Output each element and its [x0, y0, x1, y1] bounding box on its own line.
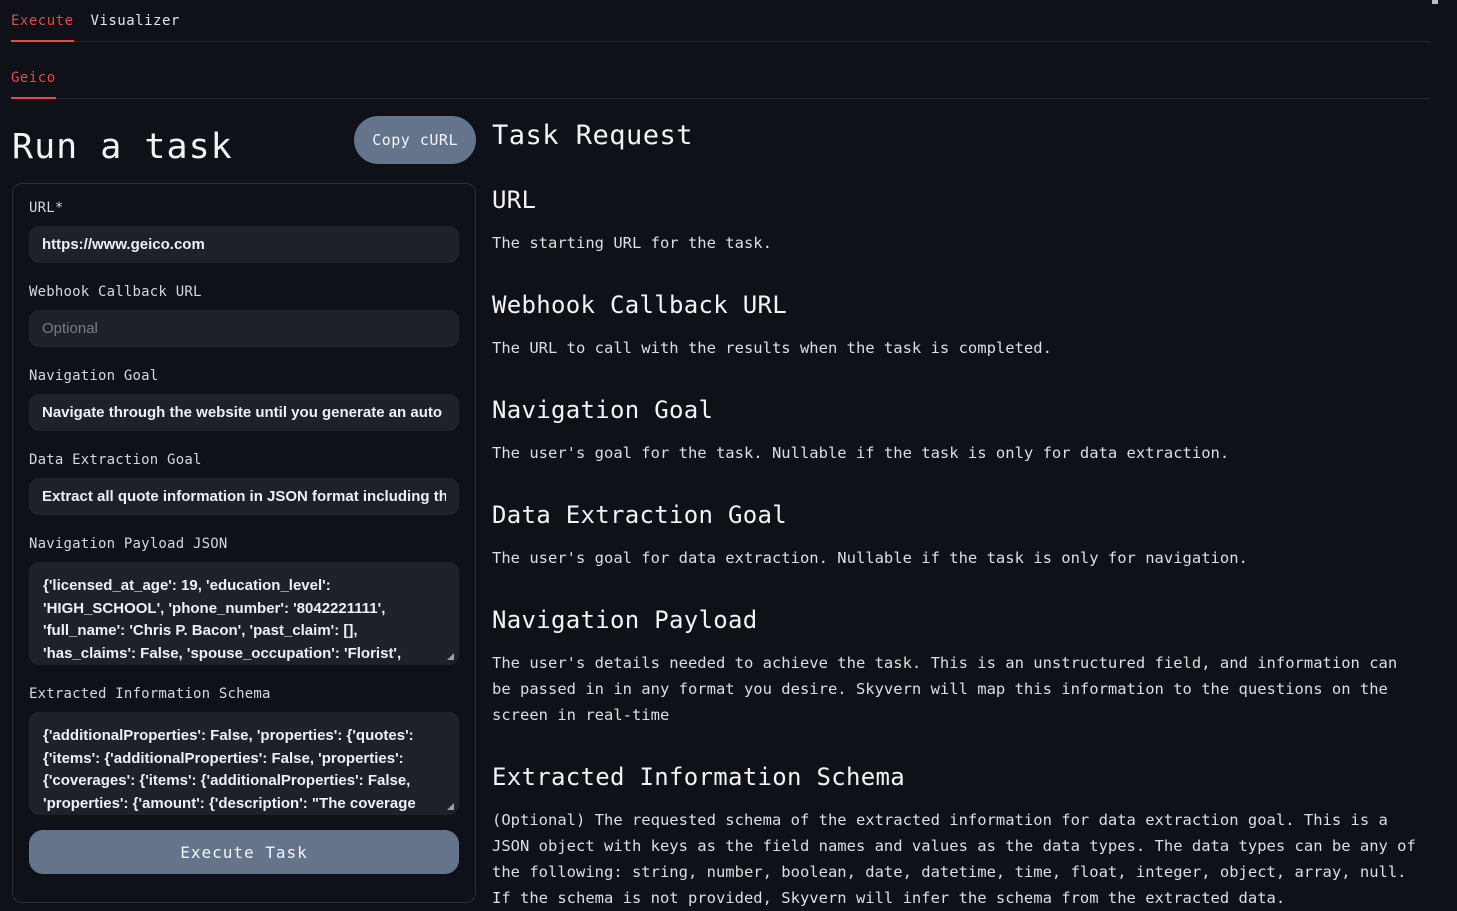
- doc-body: The starting URL for the task.: [492, 230, 1422, 256]
- navigation-goal-input[interactable]: [29, 394, 459, 431]
- url-field-label: URL*: [29, 200, 459, 216]
- extracted-schema-textarea[interactable]: {'additionalProperties': False, 'propert…: [29, 712, 459, 815]
- doc-section-url: URL The starting URL for the task.: [492, 186, 1422, 256]
- task-form-card: URL* Webhook Callback URL Navigation Goa…: [12, 183, 476, 903]
- page-title: Run a task: [12, 116, 233, 167]
- doc-section-data-extraction-goal: Data Extraction Goal The user's goal for…: [492, 501, 1422, 571]
- webhook-field-group: Webhook Callback URL: [29, 284, 459, 347]
- navigation-payload-textarea[interactable]: {'licensed_at_age': 19, 'education_level…: [29, 562, 459, 665]
- webhook-field-label: Webhook Callback URL: [29, 284, 459, 300]
- doc-section-navigation-payload: Navigation Payload The user's details ne…: [492, 606, 1422, 728]
- resize-grip-icon[interactable]: [447, 803, 454, 810]
- url-input[interactable]: [29, 226, 459, 263]
- active-tab-underline: [11, 40, 74, 42]
- doc-heading: Extracted Information Schema: [492, 763, 1422, 791]
- run-task-panel: Run a task Copy cURL URL* Webhook Callba…: [12, 99, 476, 903]
- navigation-goal-field-group: Navigation Goal: [29, 368, 459, 431]
- doc-heading: Navigation Goal: [492, 396, 1422, 424]
- doc-section-webhook: Webhook Callback URL The URL to call wit…: [492, 291, 1422, 361]
- docs-title: Task Request: [492, 120, 1422, 151]
- data-extraction-goal-label: Data Extraction Goal: [29, 452, 459, 468]
- doc-body: The user's details needed to achieve the…: [492, 650, 1422, 728]
- task-request-docs: Task Request URL The starting URL for th…: [492, 99, 1422, 911]
- doc-heading: Webhook Callback URL: [492, 291, 1422, 319]
- doc-heading: Navigation Payload: [492, 606, 1422, 634]
- main-content: Run a task Copy cURL URL* Webhook Callba…: [0, 99, 1457, 911]
- tab-geico-label: Geico: [11, 70, 56, 86]
- tab-visualizer[interactable]: Visualizer: [91, 14, 180, 41]
- top-tab-bar: Execute Visualizer: [11, 0, 1430, 42]
- doc-body: The user's goal for the task. Nullable i…: [492, 440, 1422, 466]
- resize-grip-icon[interactable]: [447, 653, 454, 660]
- navigation-goal-label: Navigation Goal: [29, 368, 459, 384]
- navigation-payload-label: Navigation Payload JSON: [29, 536, 459, 552]
- doc-section-extracted-schema: Extracted Information Schema (Optional) …: [492, 763, 1422, 911]
- data-extraction-goal-input[interactable]: [29, 478, 459, 515]
- data-extraction-goal-field-group: Data Extraction Goal: [29, 452, 459, 515]
- tab-geico[interactable]: Geico: [11, 71, 56, 98]
- execute-task-button[interactable]: Execute Task: [29, 830, 459, 874]
- active-tab-underline: [11, 97, 56, 99]
- navigation-payload-field-group: Navigation Payload JSON {'licensed_at_ag…: [29, 536, 459, 665]
- copy-curl-button[interactable]: Copy cURL: [354, 116, 476, 164]
- doc-body: (Optional) The requested schema of the e…: [492, 807, 1422, 911]
- extracted-schema-wrap: {'additionalProperties': False, 'propert…: [29, 712, 459, 815]
- doc-section-navigation-goal: Navigation Goal The user's goal for the …: [492, 396, 1422, 466]
- doc-body: The user's goal for data extraction. Nul…: [492, 545, 1422, 571]
- run-task-header: Run a task Copy cURL: [12, 116, 476, 167]
- url-field-group: URL*: [29, 200, 459, 263]
- tab-execute[interactable]: Execute: [11, 14, 74, 41]
- doc-heading: URL: [492, 186, 1422, 214]
- sub-tab-bar: Geico: [11, 42, 1430, 99]
- doc-body: The URL to call with the results when th…: [492, 335, 1422, 361]
- extracted-schema-label: Extracted Information Schema: [29, 686, 459, 702]
- webhook-url-input[interactable]: [29, 310, 459, 347]
- scrollbar-thumb[interactable]: [1432, 0, 1438, 4]
- navigation-payload-wrap: {'licensed_at_age': 19, 'education_level…: [29, 562, 459, 665]
- tab-execute-label: Execute: [11, 13, 74, 29]
- extracted-schema-field-group: Extracted Information Schema {'additiona…: [29, 686, 459, 815]
- doc-heading: Data Extraction Goal: [492, 501, 1422, 529]
- tab-visualizer-label: Visualizer: [91, 13, 180, 29]
